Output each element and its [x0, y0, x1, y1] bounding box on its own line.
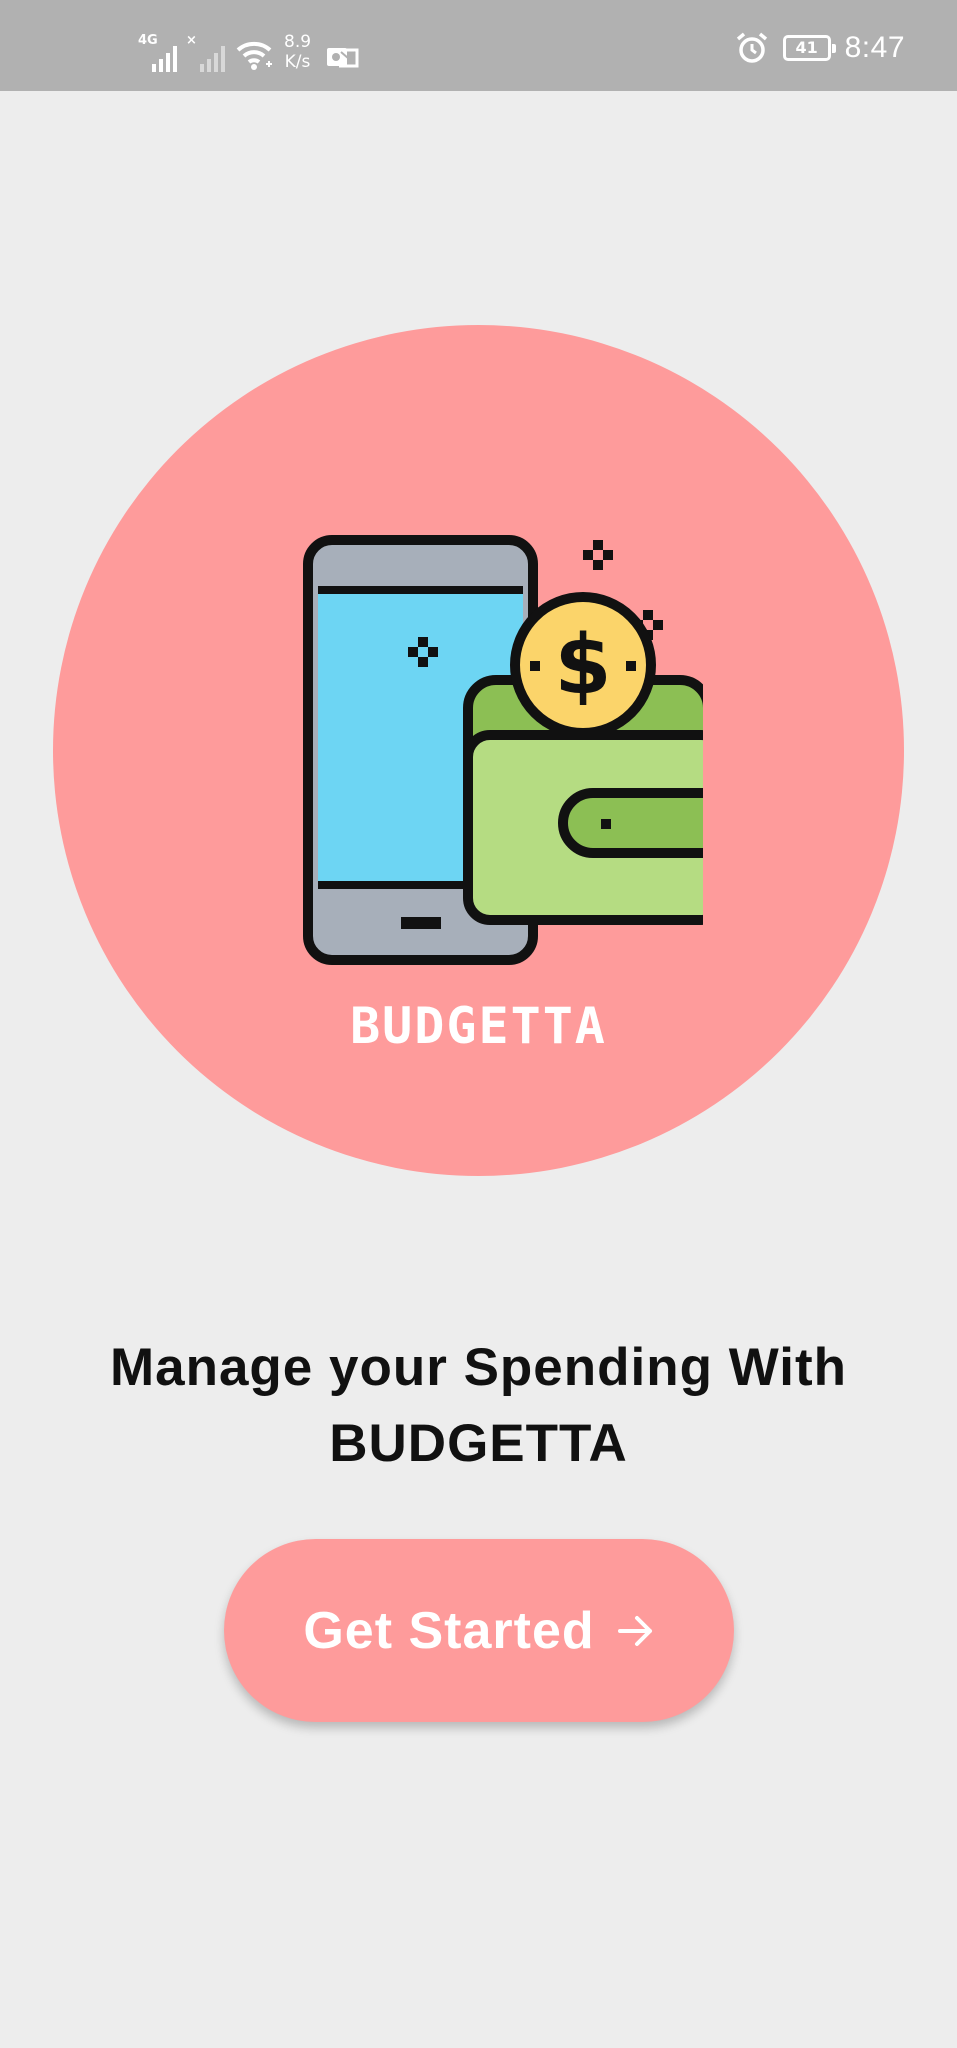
- status-time: 8:47: [844, 31, 905, 64]
- notification-icon: [327, 48, 359, 68]
- signal-sim2: ×: [186, 34, 228, 72]
- svg-text:$: $: [554, 618, 611, 713]
- status-bar: 4G × 8.9 K/s 41 8:47: [0, 0, 957, 91]
- signal-bars-icon: [152, 46, 177, 72]
- tagline-line-2: BUDGETTA: [329, 1414, 628, 1473]
- no-signal-marker: ×: [186, 33, 197, 48]
- status-right-group: 41 8:47: [735, 28, 905, 68]
- arrow-right-icon: [617, 1614, 655, 1648]
- speed-unit: K/s: [284, 52, 311, 72]
- speed-value: 8.9: [284, 32, 312, 52]
- brand-wordmark: BUDGETTA: [350, 997, 607, 1055]
- get-started-label: Get Started: [303, 1601, 595, 1660]
- get-started-button[interactable]: Get Started: [224, 1539, 734, 1722]
- alarm-icon: [736, 32, 767, 63]
- wifi-icon: [236, 41, 272, 70]
- signal-4g: 4G: [138, 34, 180, 72]
- tagline: Manage your Spending With BUDGETTA: [60, 1330, 897, 1482]
- signal-bars-empty-icon: [200, 46, 225, 72]
- status-left-group: 4G × 8.9 K/s: [138, 30, 359, 72]
- battery-level: 41: [795, 38, 818, 57]
- hero-logo-circle: $ BUDGETTA: [53, 325, 904, 1176]
- phone-wallet-illustration: $: [303, 535, 703, 965]
- battery-icon: 41: [782, 35, 836, 61]
- tagline-line-1: Manage your Spending With: [109, 1338, 848, 1397]
- network-speed: 8.9 K/s: [284, 32, 311, 72]
